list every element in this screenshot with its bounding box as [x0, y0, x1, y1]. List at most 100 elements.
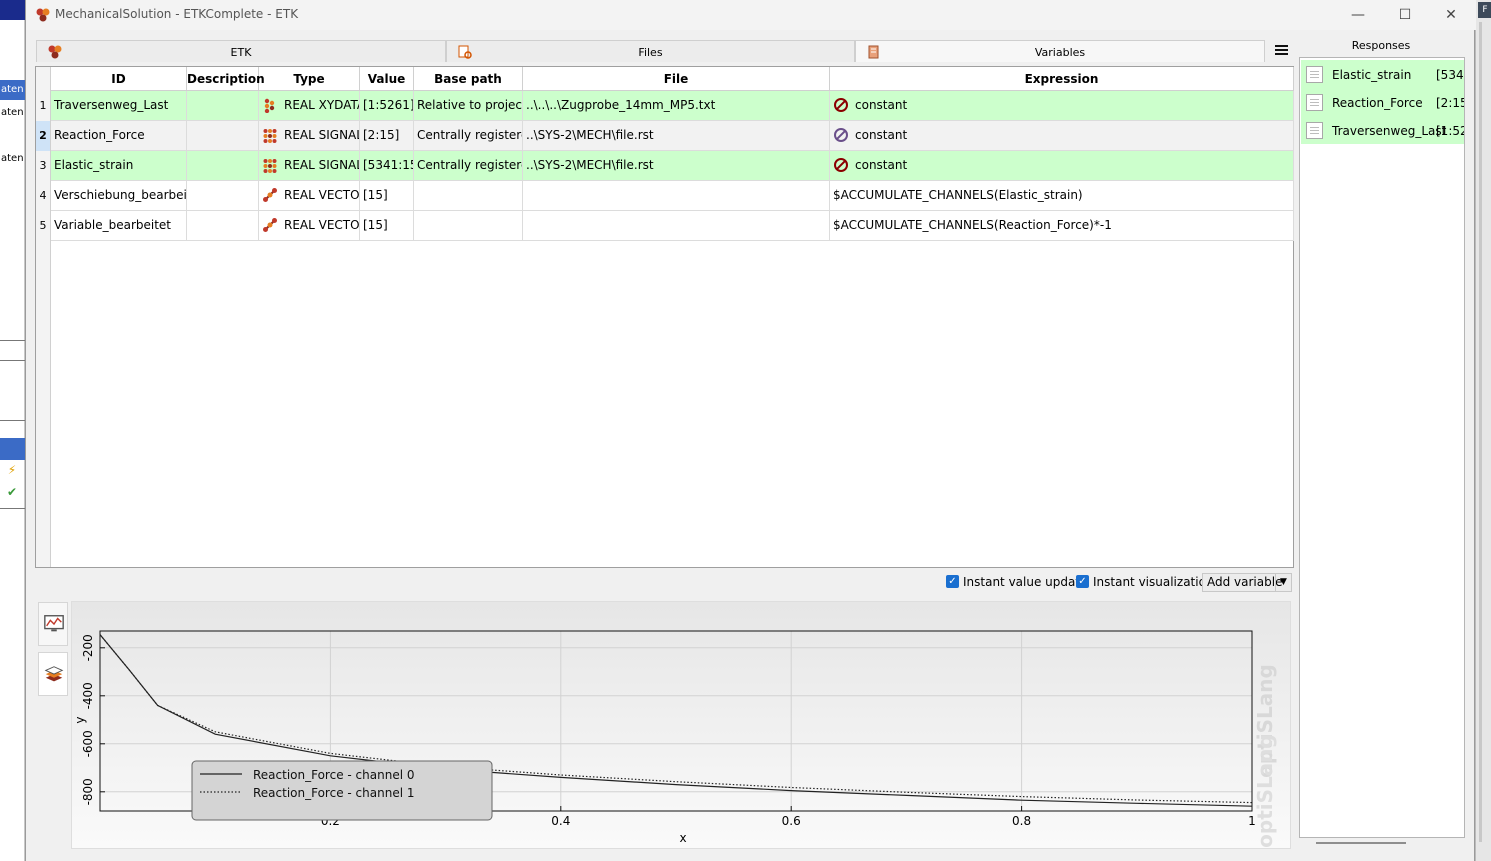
cell-id[interactable]: Verschiebung_bearbeitet	[51, 181, 187, 210]
cell-value[interactable]: [15]	[360, 211, 414, 240]
tab-variables[interactable]: Variables	[855, 40, 1265, 62]
column-header-base-path-mode[interactable]: Base path mode	[414, 67, 523, 110]
table-view-button[interactable]	[38, 652, 68, 696]
cell-type[interactable]: REAL SIGNAL	[259, 151, 360, 180]
cell-id[interactable]: Reaction_Force	[51, 121, 187, 150]
chevron-down-icon[interactable]: ▼	[1275, 574, 1291, 591]
cell-expression[interactable]: $ACCUMULATE_CHANNELS(Reaction_Force)*-1	[830, 211, 1294, 240]
cell-type[interactable]: REAL VECTOR	[259, 181, 360, 210]
menu-icon[interactable]	[1273, 42, 1289, 58]
chart-legend[interactable]: Reaction_Force - channel 0 Reaction_Forc…	[191, 760, 493, 821]
row-number[interactable]: 3	[36, 151, 51, 181]
response-value: [2:15]	[1436, 96, 1464, 110]
cell-value[interactable]: [5341:15]	[360, 151, 414, 180]
column-header-file[interactable]: File	[523, 67, 830, 91]
tab-etk[interactable]: ETK	[36, 40, 446, 62]
x-tick-label: 0.6	[782, 814, 801, 828]
response-item[interactable]: Elastic_strain [5341:	[1301, 60, 1464, 88]
cell-description[interactable]	[187, 211, 259, 240]
table-row[interactable]: 4 Verschiebung_bearbeitet REAL VECTOR [1…	[36, 181, 1294, 211]
x-axis-label: x	[679, 831, 686, 845]
signal-icon	[263, 158, 277, 173]
column-header-value[interactable]: Value	[360, 67, 414, 91]
type-label: REAL XYDATA	[284, 98, 360, 112]
cell-file[interactable]	[523, 181, 830, 210]
cell-id[interactable]: Elastic_strain	[51, 151, 187, 180]
divider	[0, 360, 25, 361]
plot-view-button[interactable]	[38, 602, 68, 646]
cell-id[interactable]: Variable_bearbeitet	[51, 211, 187, 240]
lightning-icon[interactable]: ⚡	[4, 462, 20, 478]
cell-expression[interactable]: constant	[830, 121, 1294, 150]
cell-value[interactable]: [15]	[360, 181, 414, 210]
window-title: MechanicalSolution - ETKComplete - ETK	[55, 7, 299, 21]
checkbox-label: Instant value update	[963, 575, 1088, 589]
cell-expression[interactable]: constant	[830, 151, 1294, 180]
cell-base-path-mode[interactable]	[414, 181, 523, 210]
response-item[interactable]: Reaction_Force [2:15]	[1301, 88, 1464, 116]
column-header-description[interactable]: Description	[187, 67, 265, 91]
row-number[interactable]: 2	[36, 121, 51, 151]
divider	[0, 340, 25, 341]
type-label: REAL SIGNAL	[284, 128, 360, 142]
response-name: Elastic_strain	[1332, 68, 1412, 82]
cell-description[interactable]	[187, 181, 259, 210]
cell-value[interactable]: [2:15]	[360, 121, 414, 150]
table-row[interactable]: 3 Elastic_strain REAL SIGNAL [5341:15] C…	[36, 151, 1294, 181]
table-row[interactable]: 5 Variable_bearbeitet REAL VECTOR [15] $…	[36, 211, 1294, 241]
cell-file[interactable]: ..\SYS-2\MECH\file.rst	[523, 121, 830, 150]
background-app-badge: F	[1478, 2, 1491, 18]
cell-id[interactable]: Traversenweg_Last	[51, 91, 187, 120]
cell-type[interactable]: REAL XYDATA	[259, 91, 360, 120]
tab-label: ETK	[230, 46, 252, 59]
cell-base-path-mode[interactable]: Relative to project	[414, 91, 523, 120]
response-item[interactable]: Traversenweg_Last [1:526	[1301, 116, 1464, 144]
tab-files[interactable]: Files	[446, 40, 855, 62]
instant-visualization-checkbox[interactable]: ✓ Instant visualization	[1076, 575, 1214, 589]
background-item[interactable]: aten	[0, 149, 25, 169]
no-entry-icon	[834, 127, 848, 142]
reaction-force-chart[interactable]: 0.2 0.4 0.6 0.8 1-200-400-600-800 x y optiSL…	[72, 602, 1290, 848]
cell-base-path-mode[interactable]	[414, 211, 523, 240]
maximize-button[interactable]: ☐	[1382, 0, 1428, 30]
cell-base-path-mode[interactable]: Centrally registered	[414, 121, 523, 150]
cell-description[interactable]	[187, 121, 259, 150]
cell-file[interactable]: ..\SYS-2\MECH\file.rst	[523, 151, 830, 180]
cell-description[interactable]	[187, 91, 259, 120]
cell-type[interactable]: REAL VECTOR	[259, 211, 360, 240]
cell-file[interactable]	[523, 211, 830, 240]
row-number[interactable]: 1	[36, 91, 51, 121]
column-header-id[interactable]: ID	[51, 67, 187, 91]
column-header-expression[interactable]: Expression	[830, 67, 1294, 91]
responses-scrollbar[interactable]	[1316, 842, 1406, 844]
no-entry-icon	[834, 97, 848, 112]
cell-base-path-mode[interactable]: Centrally registered	[414, 151, 523, 180]
close-button[interactable]: ✕	[1428, 0, 1474, 30]
background-item[interactable]: aten	[0, 80, 25, 100]
background-app-titlebar	[0, 0, 25, 20]
table-row[interactable]: 1 Traversenweg_Last REAL XYDATA [1:5261]…	[36, 91, 1294, 121]
instant-value-update-checkbox[interactable]: ✓ Instant value update	[946, 575, 1087, 589]
divider	[0, 420, 25, 421]
divider	[0, 508, 25, 509]
column-header-type[interactable]: Type	[259, 67, 360, 91]
cell-value[interactable]: [1:5261]	[360, 91, 414, 120]
background-scrollbar[interactable]	[1479, 22, 1482, 842]
row-number[interactable]: 4	[36, 181, 51, 211]
background-item[interactable]: aten	[0, 103, 25, 123]
minimize-button[interactable]: —	[1335, 0, 1381, 30]
cell-type[interactable]: REAL SIGNAL	[259, 121, 360, 150]
check-icon[interactable]: ✔	[4, 484, 20, 500]
table-row[interactable]: 2 Reaction_Force REAL SIGNAL [2:15] Cent…	[36, 121, 1294, 151]
checkbox-checked-icon: ✓	[1076, 575, 1089, 588]
app-logo-icon	[36, 8, 50, 22]
row-number[interactable]: 5	[36, 211, 51, 241]
expression-label: constant	[855, 158, 908, 172]
cell-expression[interactable]: $ACCUMULATE_CHANNELS(Elastic_strain)	[830, 181, 1294, 210]
cell-expression[interactable]: constant	[830, 91, 1294, 120]
cell-description[interactable]	[187, 151, 259, 180]
response-value: [5341:	[1436, 68, 1464, 82]
cell-file[interactable]: ..\..\..\Zugprobe_14mm_MP5.txt	[523, 91, 830, 120]
background-app-strip: aten aten aten ⚡ ✔	[0, 0, 25, 861]
add-variable-button[interactable]: Add variable ▼	[1202, 573, 1292, 592]
